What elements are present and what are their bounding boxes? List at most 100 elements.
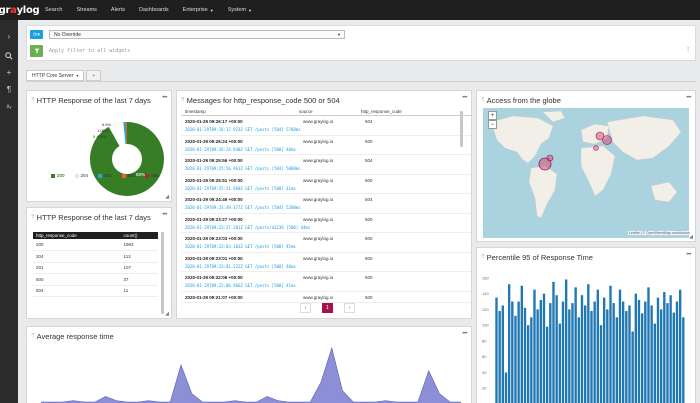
message-row[interactable]: 2020-01-29 09:21:07 +00:00 www.graylog.io… bbox=[181, 292, 471, 303]
nav-system[interactable]: System ▼ bbox=[221, 0, 259, 20]
bar[interactable] bbox=[596, 289, 599, 403]
bar[interactable] bbox=[590, 310, 593, 403]
drag-handle-icon[interactable]: ⠿ bbox=[31, 333, 35, 339]
resize-handle-icon[interactable]: ◢ bbox=[165, 311, 169, 317]
bar[interactable] bbox=[621, 301, 625, 403]
bar[interactable] bbox=[501, 305, 504, 403]
bar[interactable] bbox=[663, 292, 666, 403]
graylog-logo[interactable]: gr a ylog bbox=[0, 0, 40, 20]
bar[interactable] bbox=[609, 285, 612, 403]
bar[interactable] bbox=[545, 326, 549, 403]
bar[interactable] bbox=[653, 323, 656, 403]
column-header[interactable]: http_response_code bbox=[361, 109, 431, 114]
nav-dashboards[interactable]: Dashboards bbox=[132, 0, 176, 20]
bar[interactable] bbox=[602, 297, 606, 403]
bar[interactable] bbox=[536, 309, 539, 403]
bar[interactable] bbox=[644, 301, 647, 403]
column-header[interactable]: source bbox=[299, 109, 361, 114]
bar[interactable] bbox=[507, 284, 511, 403]
bar[interactable] bbox=[615, 317, 618, 403]
bar[interactable] bbox=[520, 285, 523, 403]
search-icon[interactable] bbox=[0, 47, 18, 64]
bar[interactable] bbox=[523, 307, 527, 403]
message-row[interactable]: 2020-01-29 09:25:56 +00:00 www.graylog.io… bbox=[181, 155, 471, 175]
bar[interactable] bbox=[625, 310, 628, 403]
add-icon[interactable]: + bbox=[0, 64, 18, 81]
tab-http-core-server[interactable]: HTTP Core Server ▾ bbox=[26, 70, 85, 81]
bar[interactable] bbox=[561, 301, 565, 403]
bar[interactable] bbox=[587, 284, 590, 403]
bar[interactable] bbox=[577, 317, 580, 403]
bar[interactable] bbox=[530, 317, 533, 403]
message-row[interactable]: 2020-01-29 09:24:49 +00:00 www.graylog.io… bbox=[181, 194, 471, 214]
bar[interactable] bbox=[640, 313, 644, 403]
bar[interactable] bbox=[574, 287, 577, 403]
bar[interactable] bbox=[555, 295, 558, 403]
bar[interactable] bbox=[568, 309, 571, 403]
area-series[interactable] bbox=[41, 346, 461, 403]
bar[interactable] bbox=[656, 297, 660, 403]
message-row[interactable]: 2020-01-29 09:26:17 +00:00 www.graylog.io… bbox=[181, 116, 471, 136]
scrollbar[interactable] bbox=[161, 232, 164, 314]
widget-menu-icon[interactable]: ••• bbox=[462, 331, 467, 337]
message-row[interactable]: 2020-01-29 09:22:06 +00:00 www.graylog.io… bbox=[181, 272, 471, 292]
bar[interactable] bbox=[552, 281, 555, 403]
bar[interactable] bbox=[514, 315, 517, 403]
zoom-in-button[interactable]: + bbox=[488, 111, 497, 120]
drag-handle-icon[interactable]: ⠿ bbox=[481, 254, 485, 260]
pagination-next[interactable]: › bbox=[344, 303, 355, 313]
legend-item[interactable]: 204 bbox=[74, 173, 88, 178]
average-area-chart[interactable] bbox=[41, 345, 461, 403]
nav-enterprise[interactable]: Enterprise ▼ bbox=[176, 0, 221, 20]
bar[interactable] bbox=[599, 325, 603, 403]
map-marker[interactable] bbox=[602, 135, 612, 145]
column-header[interactable]: count() bbox=[120, 232, 158, 239]
widget-menu-icon[interactable]: ••• bbox=[462, 95, 467, 101]
bar[interactable] bbox=[504, 372, 508, 403]
bar[interactable] bbox=[498, 310, 501, 403]
bar[interactable] bbox=[669, 295, 672, 403]
legend-item[interactable]: 201 bbox=[98, 173, 112, 178]
pagination-page[interactable]: 1 bbox=[322, 303, 333, 313]
bar[interactable] bbox=[564, 279, 568, 403]
bar[interactable] bbox=[526, 325, 530, 403]
time-override-select[interactable]: No Override ▼ bbox=[49, 30, 345, 39]
column-header[interactable]: http_response_code bbox=[33, 232, 121, 239]
bar[interactable] bbox=[637, 299, 641, 403]
bar[interactable] bbox=[672, 312, 675, 403]
legend-item[interactable]: 504 bbox=[145, 173, 159, 178]
widget-menu-icon[interactable]: ••• bbox=[162, 95, 167, 101]
map-marker[interactable] bbox=[546, 154, 554, 162]
filter-button[interactable] bbox=[30, 45, 43, 57]
message-row[interactable]: 2020-01-29 09:26:24 +00:00 www.graylog.io… bbox=[181, 136, 471, 155]
legend-item[interactable]: 200 bbox=[51, 173, 65, 178]
message-row[interactable]: 2020-01-29 09:23:27 +00:00 www.graylog.io… bbox=[181, 214, 471, 233]
bar[interactable] bbox=[650, 305, 653, 403]
bar[interactable] bbox=[634, 293, 637, 403]
bar[interactable] bbox=[678, 289, 682, 403]
resize-handle-icon[interactable]: ◢ bbox=[165, 194, 169, 200]
percentile-bar-chart[interactable]: 160 140 120 100 80 60 40 20 bbox=[481, 266, 691, 403]
bar[interactable] bbox=[533, 289, 536, 403]
bar[interactable] bbox=[606, 309, 609, 403]
legend-item[interactable]: 500 bbox=[121, 173, 135, 178]
bar[interactable] bbox=[666, 303, 669, 403]
scrollbar[interactable] bbox=[460, 111, 463, 147]
widget-menu-icon[interactable]: ••• bbox=[686, 95, 691, 101]
bar[interactable] bbox=[539, 299, 542, 403]
widget-menu-icon[interactable]: ••• bbox=[686, 252, 691, 258]
bar[interactable] bbox=[647, 287, 650, 403]
bar[interactable] bbox=[618, 289, 622, 403]
bar[interactable] bbox=[542, 293, 546, 403]
pagination-prev[interactable]: ‹ bbox=[300, 303, 311, 313]
bar[interactable] bbox=[612, 303, 615, 403]
bar[interactable] bbox=[558, 323, 561, 403]
zoom-out-button[interactable]: − bbox=[488, 120, 497, 129]
nav-alerts[interactable]: Alerts bbox=[104, 0, 132, 20]
variables-icon[interactable]: xy bbox=[0, 98, 18, 115]
paragraph-icon[interactable]: ¶ bbox=[0, 81, 18, 98]
message-row[interactable]: 2020-01-29 09:23:01 +00:00 www.graylog.io… bbox=[181, 253, 471, 272]
drag-handle-icon[interactable]: ⠿ bbox=[31, 97, 35, 103]
refresh-toggle-button[interactable]: ⟳▾ bbox=[30, 30, 43, 39]
bar[interactable] bbox=[593, 301, 596, 403]
